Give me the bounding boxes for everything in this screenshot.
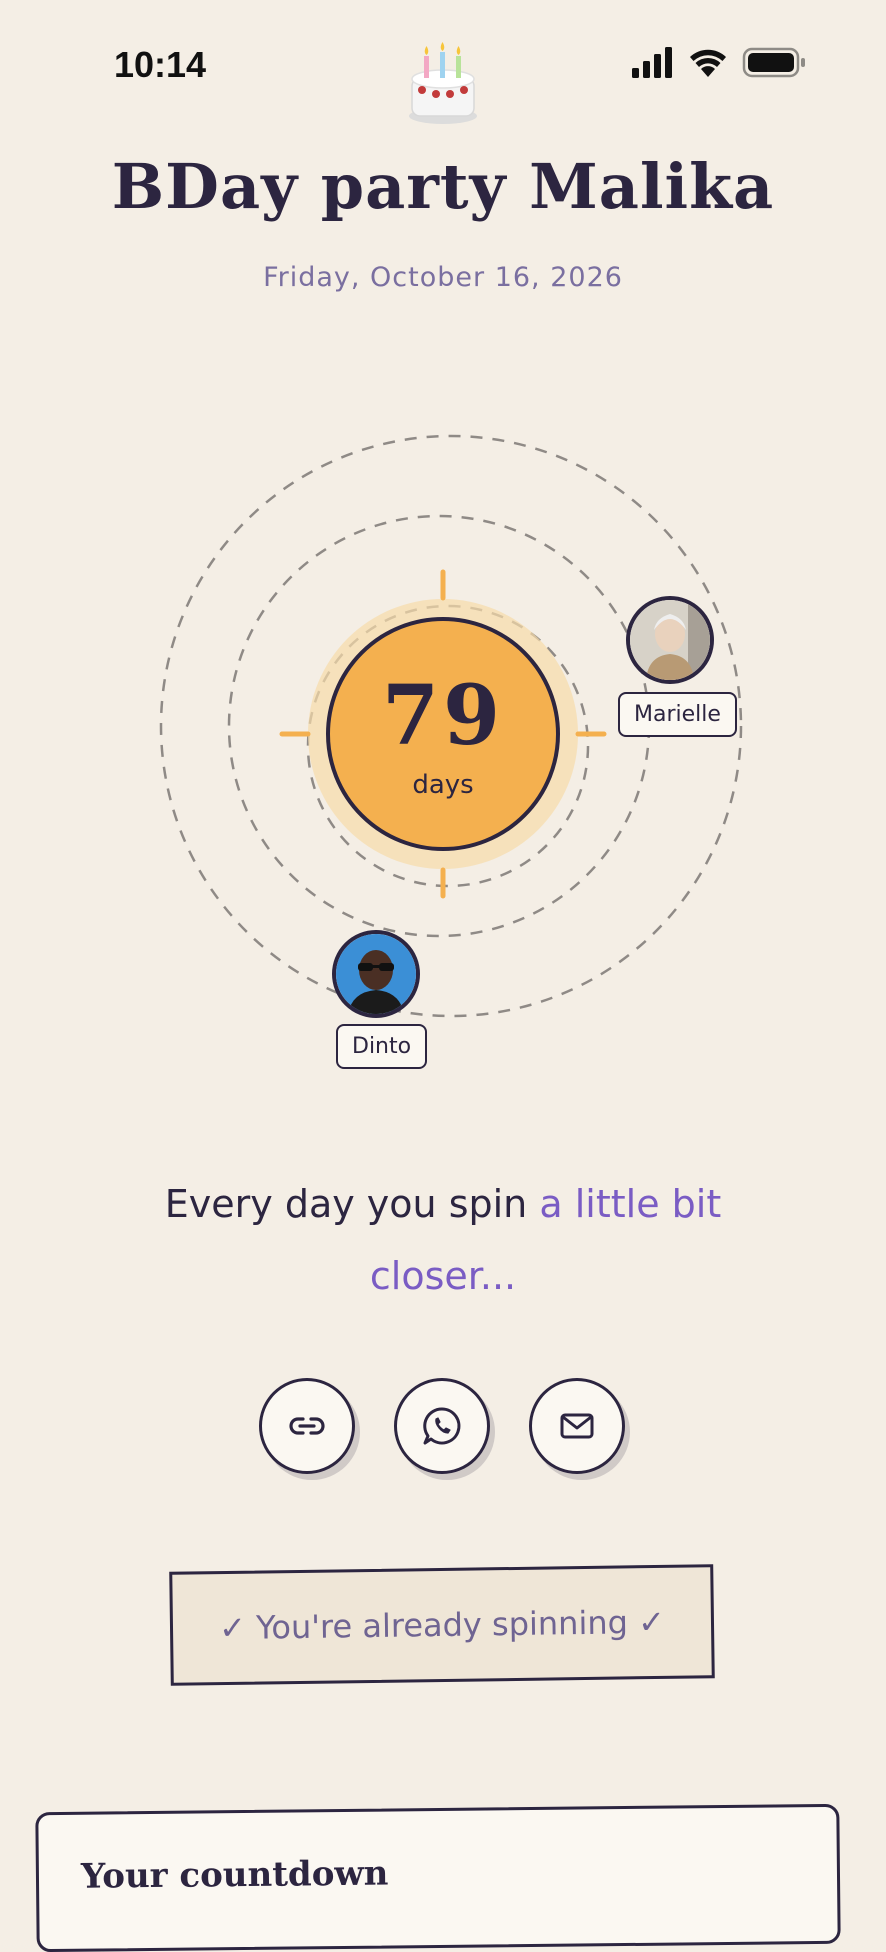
- whatsapp-icon: [423, 1407, 461, 1445]
- status-icons: [632, 46, 812, 84]
- birthday-cake-icon: [406, 42, 480, 126]
- joined-status-box: ✓ You're already spinning ✓: [169, 1564, 715, 1686]
- mail-icon: [560, 1413, 594, 1439]
- whatsapp-share-button[interactable]: [394, 1378, 490, 1474]
- participant-tag-dinto: Dinto: [336, 1024, 428, 1069]
- status-time: 10:14: [114, 44, 207, 85]
- event-date: Friday, October 16, 2026: [263, 262, 623, 293]
- tagline-text: Every day you spin: [164, 1182, 540, 1226]
- countdown-value: 79: [381, 668, 505, 764]
- event-title: BDay party Malika: [111, 150, 775, 223]
- battery-icon: [742, 47, 805, 78]
- your-countdown-card: Your countdown: [35, 1803, 841, 1952]
- wifi-icon: [690, 49, 726, 77]
- share-buttons: [0, 1378, 886, 1478]
- countdown-section-title: Your countdown: [80, 1853, 389, 1897]
- tagline: Every day you spin a little bit closer..…: [150, 1168, 736, 1312]
- email-share-button[interactable]: [529, 1378, 625, 1474]
- link-icon: [289, 1417, 325, 1435]
- avatar-dinto[interactable]: [332, 930, 420, 1018]
- countdown-unit: days: [412, 770, 474, 800]
- copy-link-button[interactable]: [259, 1378, 355, 1474]
- cellular-signal-icon: [632, 47, 672, 78]
